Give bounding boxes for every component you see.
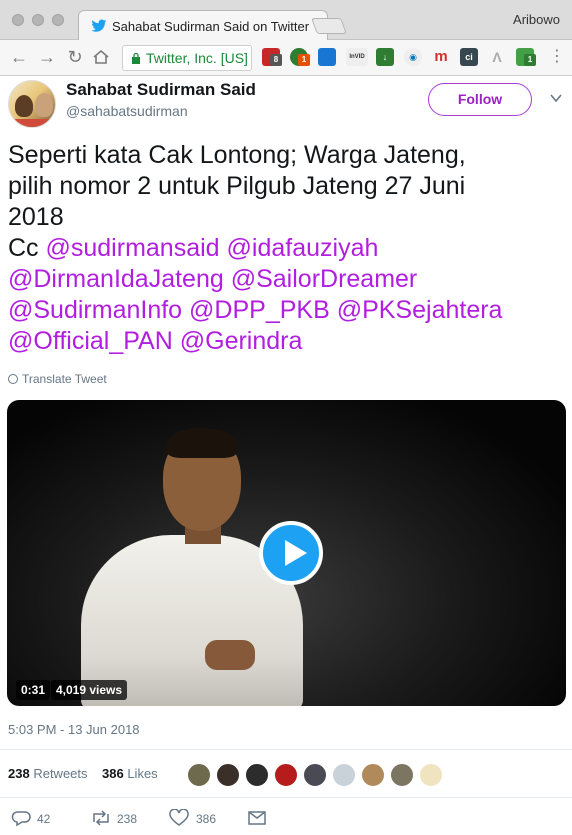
like-icon[interactable]	[168, 809, 190, 827]
retweets-stat[interactable]: 238 Retweets	[8, 766, 88, 781]
mention-link[interactable]: @sudirmansaid	[46, 234, 220, 262]
translate-label: Translate Tweet	[22, 372, 107, 386]
home-icon[interactable]	[92, 49, 110, 65]
avatar[interactable]	[245, 763, 269, 787]
retweets-count: 238	[8, 766, 30, 781]
retweet-icon[interactable]	[90, 809, 112, 827]
browser-toolbar: ← → ↻ Twitter, Inc. [US] 8 1 InVID ↓ ◉ m…	[0, 40, 572, 76]
mention-link[interactable]: @SudirmanInfo	[8, 296, 182, 324]
profile-name[interactable]: Aribowo	[513, 12, 560, 27]
display-name[interactable]: Sahabat Sudirman Said	[66, 80, 256, 100]
back-icon[interactable]: ←	[8, 46, 30, 68]
reply-icon[interactable]	[10, 809, 32, 827]
avatar[interactable]	[303, 763, 327, 787]
extension-icon-10[interactable]: 1	[516, 48, 536, 66]
mention-link[interactable]: @Official_PAN	[8, 327, 173, 355]
extension-icon-1[interactable]: 8	[262, 48, 282, 66]
avatar[interactable]	[419, 763, 443, 787]
reload-icon[interactable]: ↻	[64, 46, 86, 68]
video-views: 4,019 views	[51, 680, 128, 700]
video-duration: 0:31	[16, 680, 51, 700]
extension-icon-9[interactable]: Λ	[488, 48, 506, 66]
mention-link[interactable]: @DPP_PKB	[189, 296, 330, 324]
reply-count: 42	[37, 812, 51, 826]
like-count: 386	[196, 812, 217, 826]
mail-icon[interactable]	[246, 809, 268, 827]
avatar[interactable]	[274, 763, 298, 787]
video-player[interactable]: 0:31 4,019 views	[7, 400, 566, 706]
divider	[0, 797, 572, 798]
extension-icon-2[interactable]: 1	[290, 48, 310, 66]
avatar[interactable]	[390, 763, 414, 787]
extension-icon-ci[interactable]: ci	[460, 48, 478, 66]
divider	[0, 749, 572, 750]
tweet-text-line: pilih nomor 2 untuk Pilgub Jateng 27 Jun…	[8, 172, 466, 200]
address-bar[interactable]: Twitter, Inc. [US]	[122, 45, 252, 71]
browser-tab[interactable]: Sahabat Sudirman Said on Twitter	[78, 10, 328, 40]
invid-extension-icon[interactable]: InVID	[346, 48, 368, 66]
lock-icon	[132, 52, 140, 64]
mention-link[interactable]: @PKSejahtera	[337, 296, 503, 324]
extension-icon-3[interactable]	[318, 48, 336, 66]
mention-link[interactable]: @idafauziyah	[227, 234, 379, 262]
new-tab-button[interactable]	[311, 18, 347, 34]
likes-label: Likes	[127, 766, 158, 781]
tweet-text-line: 2018	[8, 203, 64, 231]
mention-link[interactable]: @Gerindra	[180, 327, 303, 355]
extension-badge: 1	[298, 54, 310, 66]
translate-tweet-link[interactable]: Translate Tweet	[8, 372, 107, 386]
likes-count: 386	[102, 766, 124, 781]
avatar[interactable]	[187, 763, 211, 787]
twitter-bird-icon	[91, 19, 107, 32]
avatar[interactable]	[332, 763, 356, 787]
retweet-count: 238	[117, 812, 138, 826]
chevron-down-icon[interactable]	[550, 93, 562, 103]
browser-titlebar: Sahabat Sudirman Said on Twitter Aribowo	[0, 0, 572, 40]
tweet-timestamp[interactable]: 5:03 PM - 13 Jun 2018	[8, 722, 140, 737]
play-icon[interactable]	[259, 521, 323, 585]
follow-button[interactable]: Follow	[428, 83, 532, 116]
extension-icon-6[interactable]: ◉	[404, 48, 422, 66]
globe-icon	[8, 374, 18, 384]
tweet-text-line: Seperti kata Cak Lontong; Warga Jateng,	[8, 141, 466, 169]
url-text: Twitter, Inc. [US]	[146, 50, 248, 66]
mention-link[interactable]: @SailorDreamer	[231, 265, 418, 293]
zoom-window-button[interactable]	[52, 14, 64, 26]
mention-link[interactable]: @DirmanIdaJateng	[8, 265, 224, 293]
tweet-text: Seperti kata Cak Lontong; Warga Jateng, …	[8, 140, 568, 357]
close-window-button[interactable]	[12, 14, 24, 26]
extension-badge: 8	[270, 54, 282, 66]
avatar[interactable]	[361, 763, 385, 787]
extension-badge: 1	[524, 54, 536, 66]
forward-icon[interactable]: →	[36, 46, 58, 68]
tab-title: Sahabat Sudirman Said on Twitter	[112, 19, 310, 34]
minimize-window-button[interactable]	[32, 14, 44, 26]
avatar[interactable]	[216, 763, 240, 787]
user-handle[interactable]: @sahabatsudirman	[66, 103, 188, 119]
likes-stat[interactable]: 386 Likes	[102, 766, 158, 781]
extension-icon-m[interactable]: m	[432, 48, 450, 66]
cc-label: Cc	[8, 234, 46, 262]
retweets-label: Retweets	[33, 766, 88, 781]
browser-menu-icon[interactable]: ⋮	[546, 46, 568, 68]
avatar[interactable]	[8, 80, 56, 128]
download-extension-icon[interactable]: ↓	[376, 48, 394, 66]
